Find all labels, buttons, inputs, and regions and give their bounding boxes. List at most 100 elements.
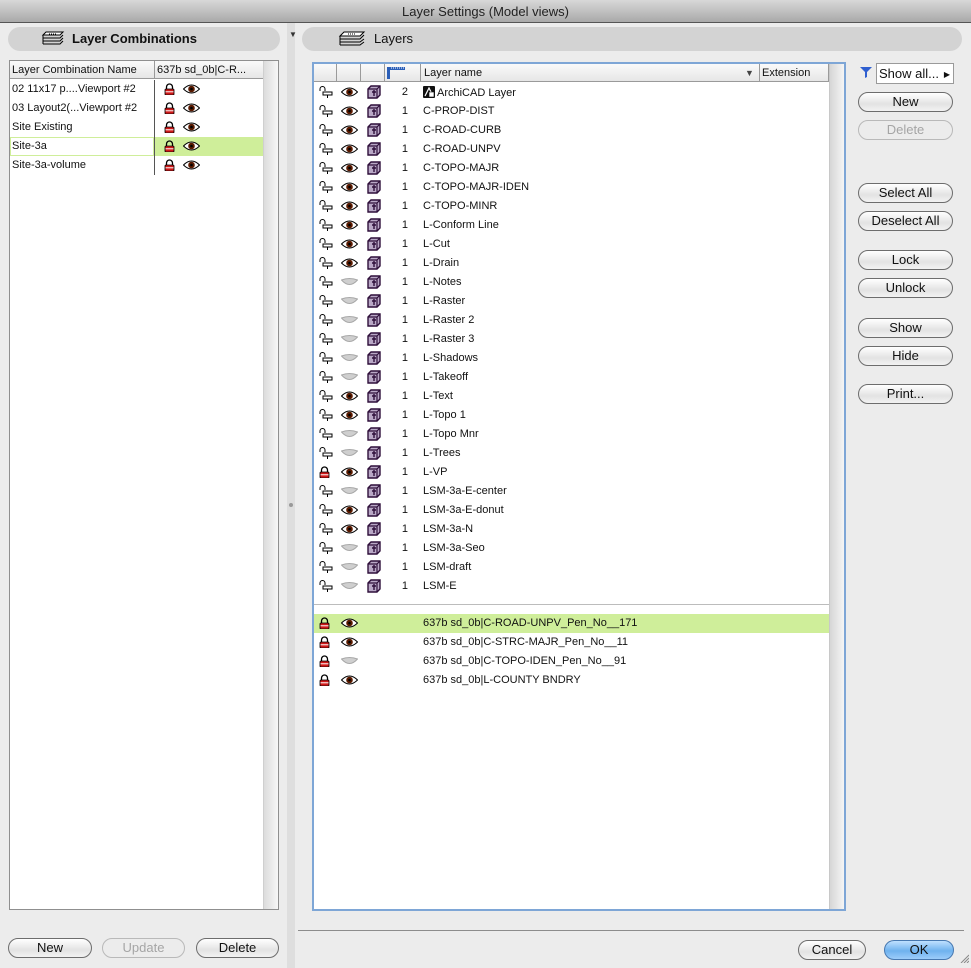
layer-row[interactable]: 1 L-Raster 2: [314, 311, 829, 330]
intersection-group-number[interactable]: 1: [398, 390, 408, 402]
layer-row[interactable]: 1 LSM-3a-N: [314, 520, 829, 539]
solid-model-icon[interactable]: [367, 560, 381, 577]
intersection-group-number[interactable]: 1: [398, 542, 408, 554]
layer-name[interactable]: L-Raster 2: [423, 314, 474, 326]
eye-hidden-icon[interactable]: [340, 562, 359, 575]
layer-name[interactable]: LSM-3a-N: [423, 523, 473, 535]
solid-model-icon[interactable]: [367, 142, 381, 159]
lock-closed-icon[interactable]: [319, 674, 330, 689]
layer-row[interactable]: 1 L-Topo Mnr: [314, 425, 829, 444]
solid-model-icon[interactable]: [367, 85, 381, 102]
solid-model-icon[interactable]: [367, 370, 381, 387]
intersection-group-number[interactable]: 1: [398, 143, 408, 155]
lock-open-icon[interactable]: [319, 504, 333, 519]
xref-layer-name[interactable]: 637b sd_0b|C-STRC-MAJR_Pen_No__11: [423, 636, 628, 648]
layer-row[interactable]: 1 L-Notes: [314, 273, 829, 292]
layer-name[interactable]: L-Trees: [423, 447, 461, 459]
layer-row[interactable]: 1 LSM-3a-Seo: [314, 539, 829, 558]
intersection-group-number[interactable]: 2: [398, 86, 408, 98]
eye-hidden-icon[interactable]: [340, 296, 359, 309]
intersection-group-number[interactable]: 1: [398, 295, 408, 307]
intersection-group-number[interactable]: 1: [398, 162, 408, 174]
eye-hidden-icon[interactable]: [340, 429, 359, 442]
layer-name[interactable]: LSM-3a-E-center: [423, 485, 507, 497]
unlock-button[interactable]: Unlock: [858, 278, 953, 298]
lock-open-icon[interactable]: [319, 124, 333, 139]
xref-layer-name[interactable]: 637b sd_0b|L-COUNTY BNDRY: [423, 674, 581, 686]
layer-row[interactable]: 1 C-TOPO-MINR: [314, 197, 829, 216]
lock-open-icon[interactable]: [319, 371, 333, 386]
select-all-button[interactable]: Select All: [858, 183, 953, 203]
solid-model-icon[interactable]: [367, 256, 381, 273]
layer-name[interactable]: C-TOPO-MINR: [423, 200, 497, 212]
eye-open-icon[interactable]: [340, 410, 359, 423]
layer-name[interactable]: C-TOPO-MAJR: [423, 162, 499, 174]
solid-model-icon[interactable]: [367, 123, 381, 140]
layer-name[interactable]: C-ROAD-UNPV: [423, 143, 501, 155]
collapse-arrow-icon[interactable]: ▼: [289, 30, 297, 39]
combination-row[interactable]: Site Existing: [10, 118, 264, 137]
lock-open-icon[interactable]: [319, 314, 333, 329]
intersection-group-number[interactable]: 1: [398, 276, 408, 288]
solid-model-icon[interactable]: [367, 313, 381, 330]
intersection-group-number[interactable]: 1: [398, 124, 408, 136]
solid-model-icon[interactable]: [367, 104, 381, 121]
layer-name[interactable]: L-Raster 3: [423, 333, 474, 345]
intersection-group-number[interactable]: 1: [398, 428, 408, 440]
layer-row[interactable]: 1 LSM-E: [314, 577, 829, 596]
eye-hidden-icon[interactable]: [340, 277, 359, 290]
solid-model-icon[interactable]: [367, 161, 381, 178]
layer-name[interactable]: L-Cut: [423, 238, 450, 250]
layer-row[interactable]: 1 C-TOPO-MAJR-IDEN: [314, 178, 829, 197]
solid-model-icon[interactable]: [367, 408, 381, 425]
layer-row[interactable]: 1 L-Raster 3: [314, 330, 829, 349]
intersection-group-number[interactable]: 1: [398, 181, 408, 193]
column-header-layer-name[interactable]: Layer name: [424, 67, 482, 79]
solid-model-icon[interactable]: [367, 484, 381, 501]
resize-grip-icon[interactable]: [959, 953, 970, 966]
new-layer-button[interactable]: New: [858, 92, 953, 112]
intersection-group-number[interactable]: 1: [398, 333, 408, 345]
layer-name[interactable]: L-Text: [423, 390, 453, 402]
layer-name[interactable]: L-Raster: [423, 295, 465, 307]
intersection-group-number[interactable]: 1: [398, 580, 408, 592]
layer-row[interactable]: 1 L-Takeoff: [314, 368, 829, 387]
layer-name[interactable]: L-Drain: [423, 257, 459, 269]
lock-closed-icon[interactable]: [164, 159, 175, 174]
eye-hidden-icon[interactable]: [340, 315, 359, 328]
layer-row[interactable]: 1 L-Shadows: [314, 349, 829, 368]
layer-name[interactable]: L-Conform Line: [423, 219, 499, 231]
eye-open-icon[interactable]: [340, 618, 359, 631]
layers-scrollbar[interactable]: [829, 64, 844, 909]
layer-row[interactable]: 1 L-Trees: [314, 444, 829, 463]
eye-open-icon[interactable]: [340, 144, 359, 157]
deselect-all-button[interactable]: Deselect All: [858, 211, 953, 231]
eye-open-icon[interactable]: [182, 122, 201, 135]
sort-descending-icon[interactable]: ▼: [745, 68, 754, 78]
filter-dropdown[interactable]: Show all... ▶: [876, 63, 954, 84]
combination-row[interactable]: 03 Layout2(...Viewport #2: [10, 99, 264, 118]
eye-open-icon[interactable]: [182, 160, 201, 173]
eye-open-icon[interactable]: [340, 505, 359, 518]
layer-name[interactable]: L-Topo Mnr: [423, 428, 479, 440]
lock-open-icon[interactable]: [319, 390, 333, 405]
column-header-extension[interactable]: Extension: [762, 67, 810, 79]
panel-split-divider[interactable]: [287, 23, 295, 968]
eye-open-icon[interactable]: [340, 106, 359, 119]
eye-hidden-icon[interactable]: [340, 372, 359, 385]
xref-layer-row[interactable]: 637b sd_0b|C-TOPO-IDEN_Pen_No__91: [314, 652, 829, 671]
layer-name[interactable]: C-PROP-DIST: [423, 105, 495, 117]
eye-hidden-icon[interactable]: [340, 486, 359, 499]
solid-model-icon[interactable]: [367, 427, 381, 444]
layer-row[interactable]: 1 LSM-3a-E-center: [314, 482, 829, 501]
intersection-group-icon[interactable]: [387, 67, 405, 82]
eye-open-icon[interactable]: [182, 141, 201, 154]
lock-open-icon[interactable]: [319, 428, 333, 443]
eye-open-icon[interactable]: [340, 467, 359, 480]
eye-hidden-icon[interactable]: [340, 334, 359, 347]
layer-row[interactable]: 2 ArchiCAD Layer: [314, 83, 829, 102]
hide-button[interactable]: Hide: [858, 346, 953, 366]
lock-open-icon[interactable]: [319, 276, 333, 291]
solid-model-icon[interactable]: [367, 541, 381, 558]
solid-model-icon[interactable]: [367, 275, 381, 292]
